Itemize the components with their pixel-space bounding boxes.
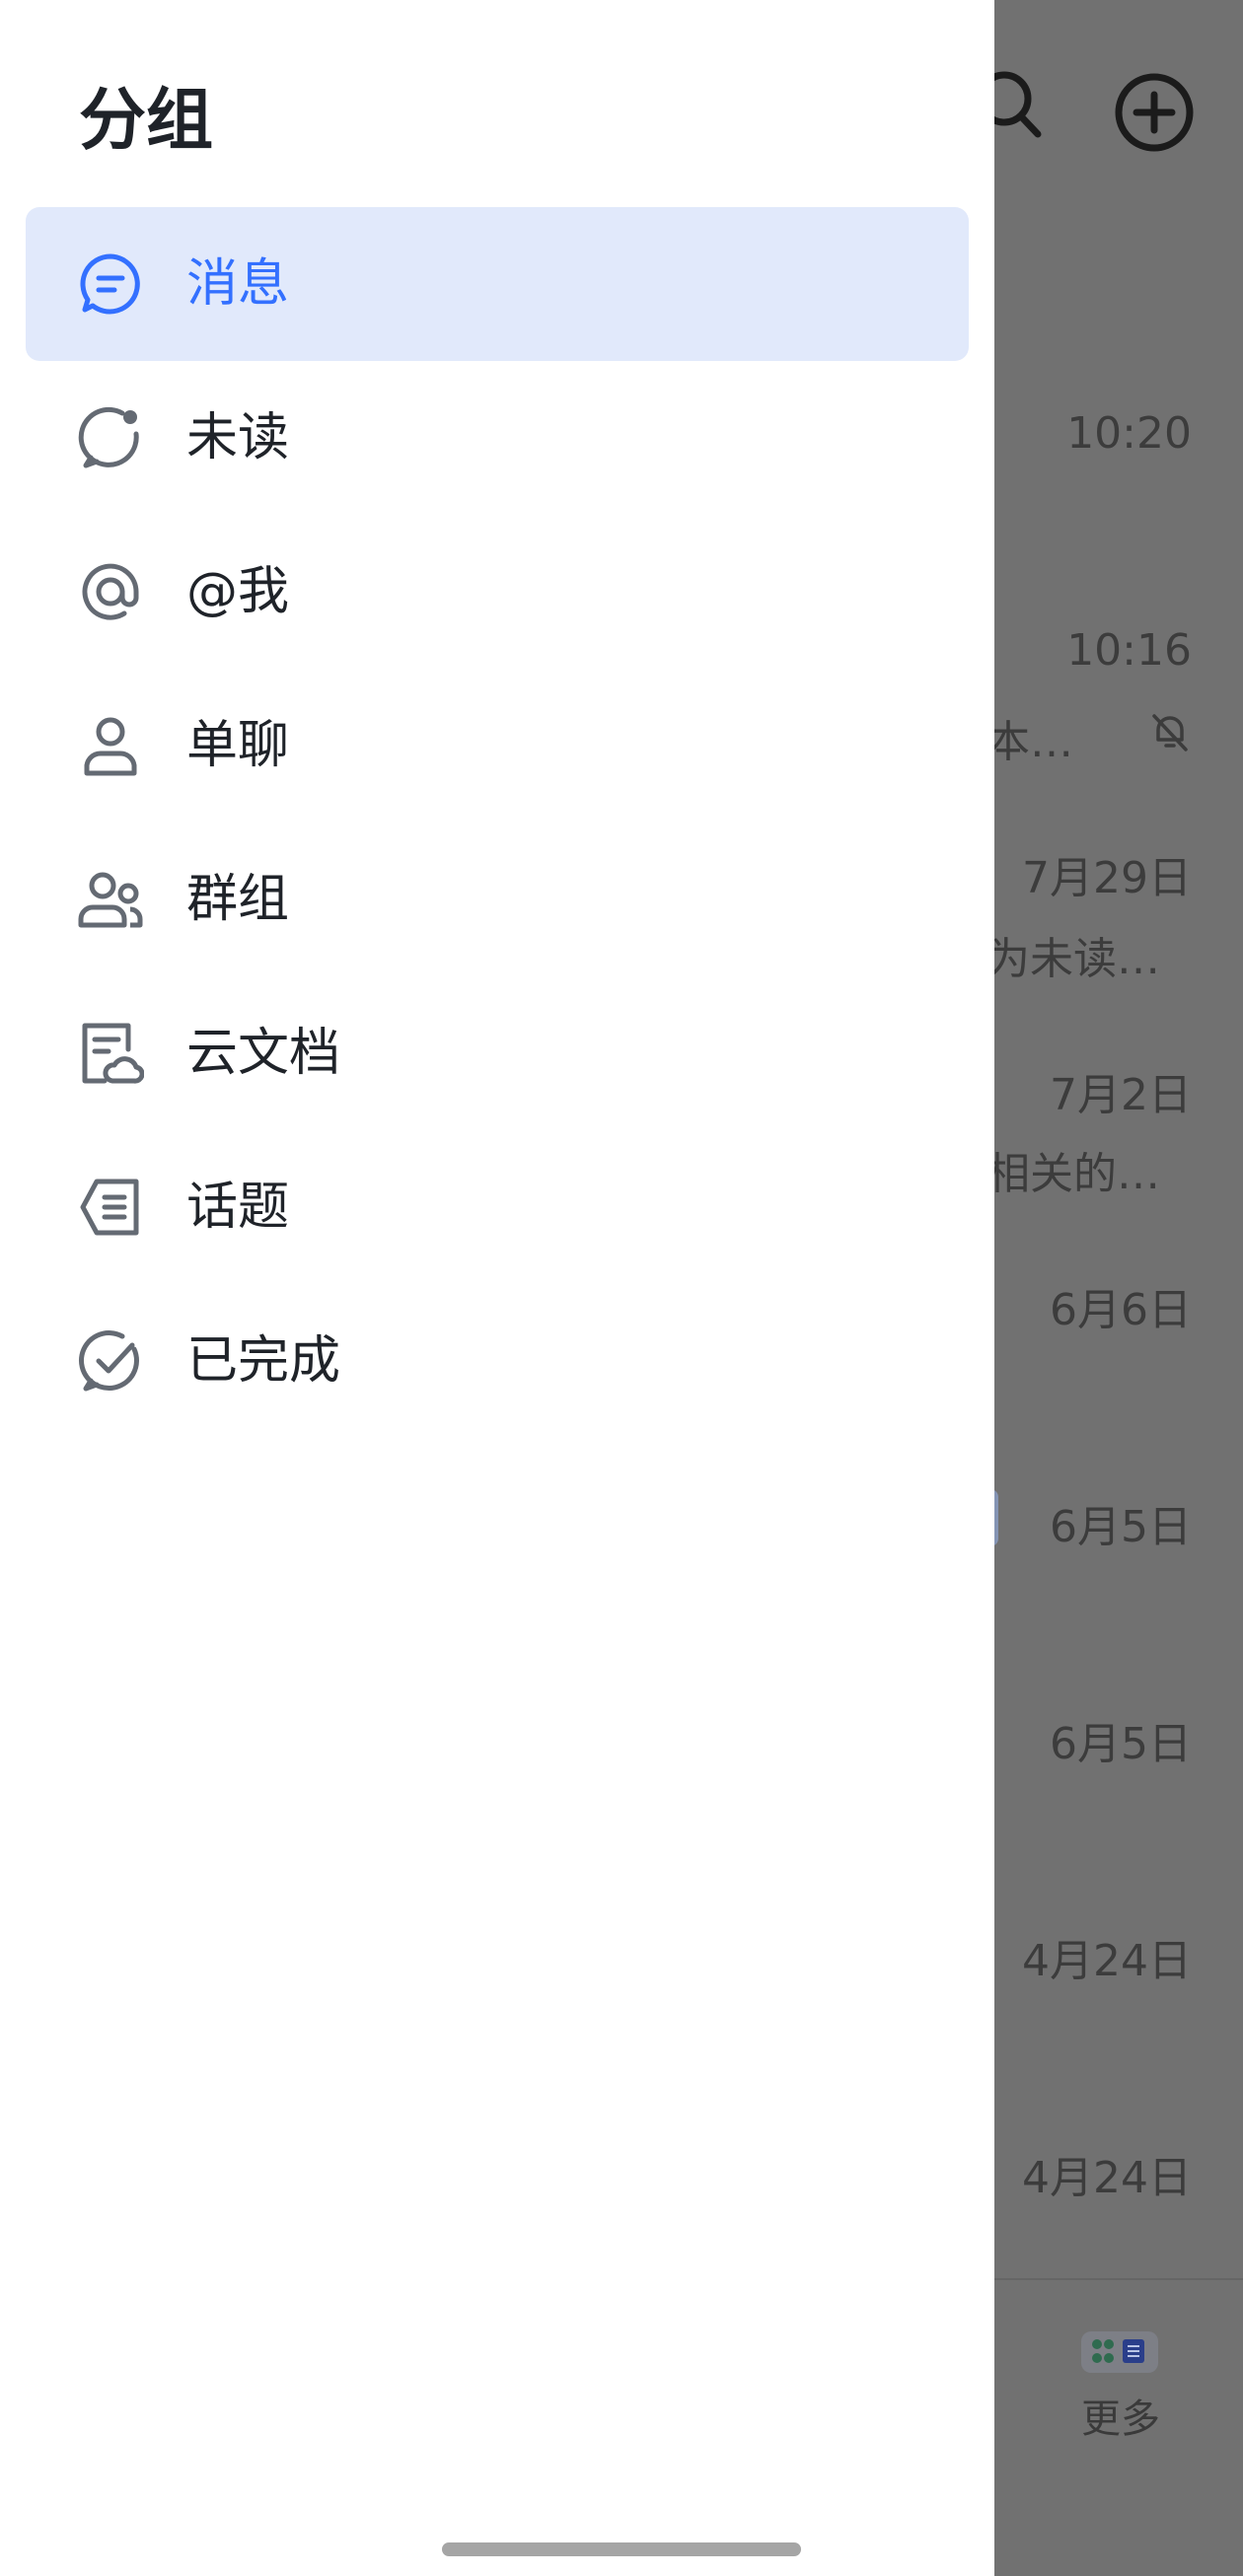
menu-item-label: 消息: [186, 254, 290, 314]
menu-item-messages[interactable]: 消息: [26, 207, 969, 361]
menu-item-label: 话题: [186, 1178, 290, 1237]
chat-time: 6月5日: [1050, 1719, 1192, 1769]
chat-time: 6月5日: [1050, 1502, 1192, 1552]
more-apps-icon[interactable]: [1081, 2331, 1158, 2373]
menu-item-direct-chats[interactable]: 单聊: [26, 669, 969, 823]
chat-time: 4月24日: [1022, 1936, 1192, 1986]
menu-item-unread[interactable]: 未读: [26, 361, 969, 515]
unread-bubble-icon: [78, 406, 139, 468]
group-drawer: 分组 消息 未读 @我 单聊 群组 云文档 话题 已完成: [0, 0, 994, 2576]
group-menu: 消息 未读 @我 单聊 群组 云文档 话题 已完成: [26, 207, 969, 1438]
chat-time: 6月6日: [1050, 1285, 1192, 1335]
menu-item-label: 群组: [186, 870, 290, 929]
menu-item-mentions[interactable]: @我: [26, 515, 969, 669]
menu-item-groups[interactable]: 群组: [26, 823, 969, 976]
mute-bell-icon: [1152, 714, 1188, 751]
tab-more-label[interactable]: 更多: [1075, 2387, 1166, 2444]
check-circle-icon: [79, 1330, 139, 1392]
menu-item-cloud-docs[interactable]: 云文档: [26, 976, 969, 1130]
chat-time: 10:16: [1066, 625, 1192, 676]
chat-bubble-icon: [80, 253, 140, 315]
topic-icon: [80, 1179, 139, 1236]
chat-preview: 本…: [987, 717, 1073, 767]
screen: 10:20 10:16 本… 7月29日 为未读… 7月2日 相关的… 6月6日…: [0, 0, 1243, 2576]
chat-preview: 相关的…: [987, 1149, 1160, 1199]
group-icon: [78, 872, 143, 928]
at-sign-icon: [82, 563, 139, 620]
menu-item-label: @我: [186, 562, 290, 621]
add-circle-icon[interactable]: [1113, 71, 1196, 154]
tabbar-divider: [994, 2278, 1243, 2280]
menu-item-topics[interactable]: 话题: [26, 1130, 969, 1284]
menu-item-completed[interactable]: 已完成: [26, 1284, 969, 1438]
cloud-doc-icon: [82, 1023, 144, 1084]
drawer-title: 分组: [79, 82, 214, 160]
chat-time: 4月24日: [1022, 2153, 1192, 2203]
chat-time: 10:20: [1066, 408, 1192, 459]
chat-time: 7月2日: [1050, 1070, 1192, 1120]
menu-item-label: 单聊: [186, 716, 290, 775]
menu-item-label: 已完成: [186, 1331, 341, 1391]
chat-preview: 为未读…: [987, 934, 1160, 984]
menu-item-label: 云文档: [186, 1024, 341, 1083]
chat-time: 7月29日: [1022, 853, 1192, 903]
person-icon: [84, 717, 137, 776]
home-indicator[interactable]: [442, 2542, 801, 2556]
menu-item-label: 未读: [186, 408, 290, 467]
